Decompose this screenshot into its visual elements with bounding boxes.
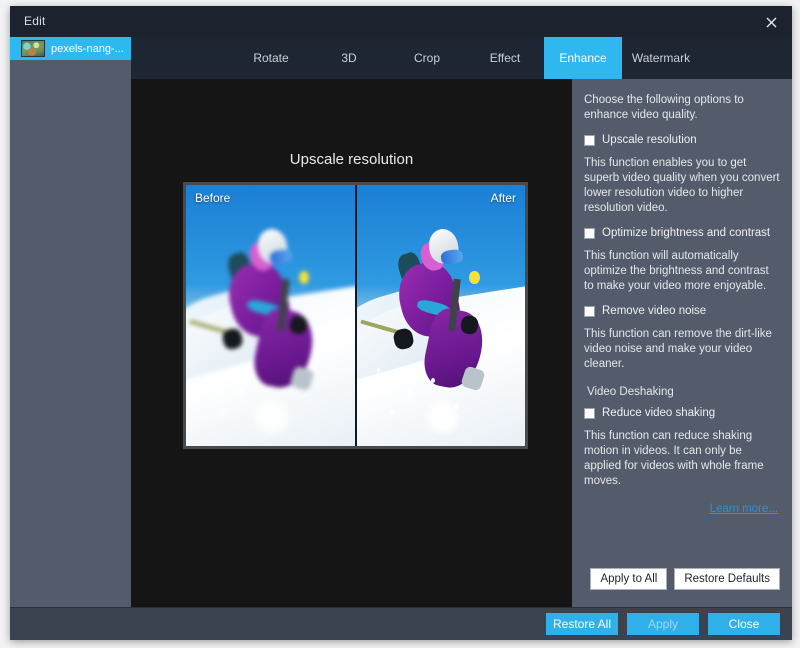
file-name-label: pexels-nang-... xyxy=(51,42,124,55)
tab-crop[interactable]: Crop xyxy=(388,37,466,79)
checkbox-reduce-video-shaking[interactable]: Reduce video shaking xyxy=(584,406,780,420)
checkbox-upscale-resolution[interactable]: Upscale resolution xyxy=(584,133,780,147)
edit-dialog: Edit pexels-nang-... Rotate 3D Crop Effe… xyxy=(10,6,792,640)
checkbox-label: Reduce video shaking xyxy=(602,407,716,419)
panel-button-group: Apply to All Restore Defaults xyxy=(590,568,780,590)
restore-all-button[interactable]: Restore All xyxy=(546,613,618,635)
tab-3d[interactable]: 3D xyxy=(310,37,388,79)
reduce-video-shaking-description: This function can reduce shaking motion … xyxy=(584,430,764,487)
close-icon[interactable] xyxy=(758,10,784,34)
checkbox-label: Optimize brightness and contrast xyxy=(602,227,771,239)
enhance-options-panel: Choose the following options to enhance … xyxy=(572,79,792,608)
before-pane: Before xyxy=(186,185,357,446)
upscale-resolution-description: This function enables you to get superb … xyxy=(584,157,780,214)
options-intro: Choose the following options to enhance … xyxy=(584,94,744,121)
before-label: Before xyxy=(195,191,231,205)
after-label: After xyxy=(490,191,516,205)
video-deshaking-group-label: Video Deshaking xyxy=(587,386,674,398)
close-button[interactable]: Close xyxy=(708,613,780,635)
edit-tab-bar: Rotate 3D Crop Effect Enhance Watermark xyxy=(131,37,792,80)
before-after-comparison: Before After xyxy=(183,182,528,449)
title-bar: Edit xyxy=(10,6,792,37)
checkbox-icon[interactable] xyxy=(584,228,595,239)
checkbox-remove-video-noise[interactable]: Remove video noise xyxy=(584,304,780,318)
after-image xyxy=(356,185,525,446)
before-image xyxy=(186,185,355,446)
apply-button[interactable]: Apply xyxy=(627,613,699,635)
tab-rotate[interactable]: Rotate xyxy=(232,37,310,79)
file-list-sidebar: pexels-nang-... xyxy=(10,37,132,608)
tab-effect[interactable]: Effect xyxy=(466,37,544,79)
learn-more-link-row: Learn more... xyxy=(584,499,780,517)
tab-enhance[interactable]: Enhance xyxy=(544,37,622,79)
footer-button-group: Restore All Apply Close xyxy=(546,613,780,635)
checkbox-icon[interactable] xyxy=(584,408,595,419)
restore-defaults-button[interactable]: Restore Defaults xyxy=(674,568,780,590)
preview-title: Upscale resolution xyxy=(289,151,414,168)
checkbox-icon[interactable] xyxy=(584,306,595,317)
window-title: Edit xyxy=(24,14,46,28)
video-thumbnail-icon xyxy=(21,40,45,57)
optimize-brightness-description: This function will automatically optimiz… xyxy=(584,250,769,292)
list-item[interactable]: pexels-nang-... xyxy=(10,37,131,60)
tab-bar-spacer xyxy=(131,37,232,79)
checkbox-label: Upscale resolution xyxy=(602,134,697,146)
after-pane: After xyxy=(356,185,525,446)
tab-watermark[interactable]: Watermark xyxy=(622,37,700,79)
apply-to-all-button[interactable]: Apply to All xyxy=(590,568,668,590)
dialog-footer: Restore All Apply Close xyxy=(10,607,792,640)
checkbox-icon[interactable] xyxy=(584,135,595,146)
checkbox-label: Remove video noise xyxy=(602,305,707,317)
preview-area: Upscale resolution Before After xyxy=(131,79,572,608)
checkbox-optimize-brightness-contrast[interactable]: Optimize brightness and contrast xyxy=(584,226,780,240)
remove-video-noise-description: This function can remove the dirt-like v… xyxy=(584,328,772,370)
learn-more-link[interactable]: Learn more... xyxy=(710,503,778,515)
